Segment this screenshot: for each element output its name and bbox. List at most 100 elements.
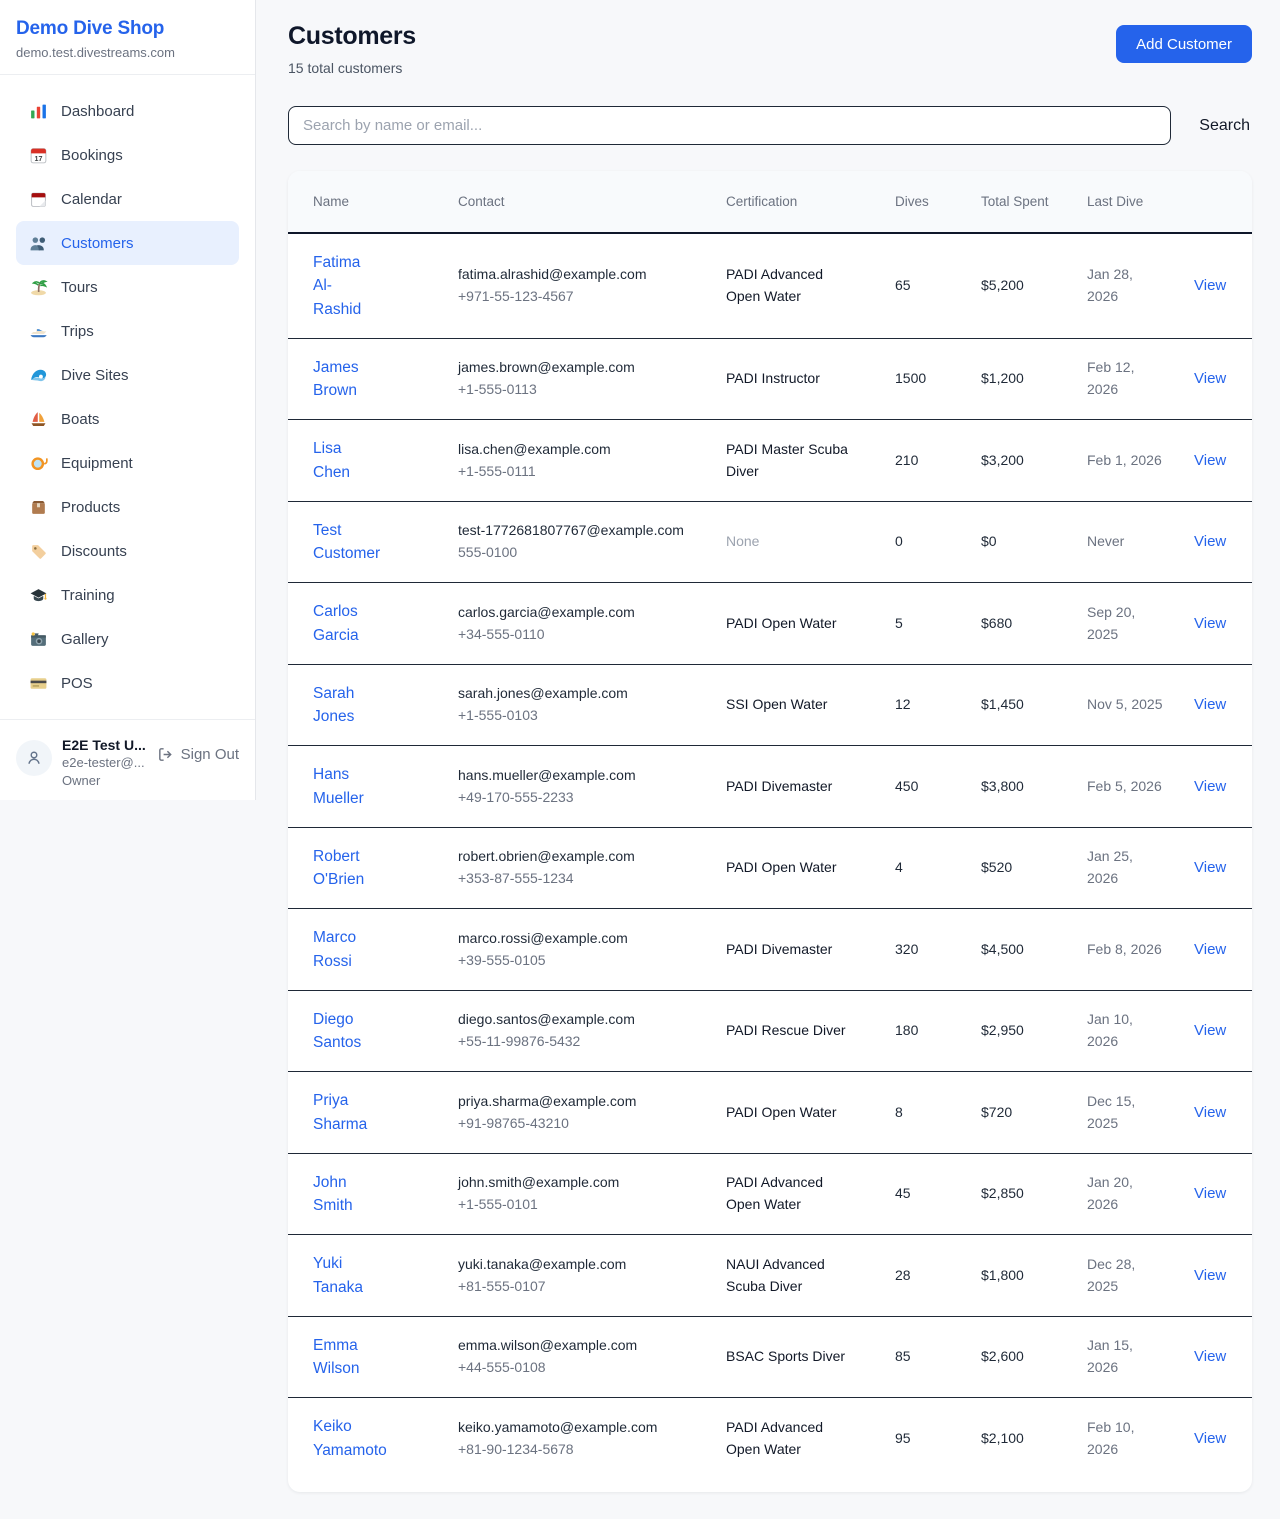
table-row: Carlos Garcia carlos.garcia@example.com … — [288, 583, 1252, 665]
customer-name-link[interactable]: Priya Sharma — [313, 1089, 376, 1136]
sidebar-item-customers[interactable]: Customers — [16, 221, 239, 265]
calendar-icon — [28, 189, 48, 209]
view-customer-link[interactable]: View — [1194, 859, 1226, 876]
customer-last-dive: Feb 12, 2026 — [1087, 359, 1134, 397]
sidebar-item-equipment[interactable]: Equipment — [16, 441, 239, 485]
customer-email: hans.mueller@example.com — [458, 765, 685, 787]
customer-name-link[interactable]: Yuki Tanaka — [313, 1252, 376, 1299]
sailboat-icon — [28, 409, 48, 429]
view-customer-link[interactable]: View — [1194, 1185, 1226, 1202]
customer-last-dive: Dec 28, 2025 — [1087, 1256, 1135, 1294]
sidebar-item-calendar[interactable]: Calendar — [16, 177, 239, 221]
customer-email: keiko.yamamoto@example.com — [458, 1417, 685, 1439]
table-row: Fatima Al-Rashid fatima.alrashid@example… — [288, 233, 1252, 338]
sidebar-item-label: Tours — [61, 279, 98, 296]
customer-phone: +1-555-0101 — [458, 1194, 685, 1216]
customer-last-dive: Nov 5, 2025 — [1087, 696, 1163, 712]
customer-last-dive: Jan 10, 2026 — [1087, 1011, 1133, 1049]
table-row: Yuki Tanaka yuki.tanaka@example.com +81-… — [288, 1235, 1252, 1317]
column-header-total-spent: Total Spent — [981, 171, 1087, 233]
view-customer-link[interactable]: View — [1194, 370, 1226, 387]
customer-phone: +49-170-555-2233 — [458, 787, 685, 809]
customer-certification: PADI Divemaster — [726, 778, 832, 794]
view-customer-link[interactable]: View — [1194, 615, 1226, 632]
view-customer-link[interactable]: View — [1194, 1104, 1226, 1121]
add-customer-button[interactable]: Add Customer — [1116, 25, 1252, 63]
customer-name-link[interactable]: Robert O'Brien — [313, 845, 376, 892]
view-customer-link[interactable]: View — [1194, 452, 1226, 469]
customer-phone: 555-0100 — [458, 542, 685, 564]
sidebar-item-gallery[interactable]: Gallery — [16, 617, 239, 661]
sign-out-label: Sign Out — [181, 746, 239, 763]
view-customer-link[interactable]: View — [1194, 778, 1226, 795]
customer-last-dive: Never — [1087, 533, 1124, 549]
customer-name-link[interactable]: Test Customer — [313, 519, 380, 566]
sidebar-item-label: Products — [61, 499, 120, 516]
customer-email: james.brown@example.com — [458, 357, 685, 379]
sidebar-item-label: Training — [61, 587, 115, 604]
customer-dives: 4 — [895, 859, 903, 875]
column-header-dives: Dives — [895, 171, 981, 233]
sidebar-item-discounts[interactable]: Discounts — [16, 529, 239, 573]
customer-certification: PADI Rescue Diver — [726, 1022, 846, 1038]
sidebar-item-tours[interactable]: Tours — [16, 265, 239, 309]
search-input[interactable] — [288, 106, 1171, 145]
customer-name-link[interactable]: Emma Wilson — [313, 1334, 376, 1381]
page-title: Customers — [288, 22, 416, 51]
view-customer-link[interactable]: View — [1194, 1348, 1226, 1365]
sign-out-button[interactable]: Sign Out — [157, 746, 239, 763]
customer-total-spent: $2,600 — [981, 1348, 1024, 1364]
customer-last-dive: Feb 8, 2026 — [1087, 941, 1162, 957]
customer-name-link[interactable]: Marco Rossi — [313, 926, 376, 973]
view-customer-link[interactable]: View — [1194, 277, 1226, 294]
svg-text:17: 17 — [34, 154, 42, 162]
speedboat-icon — [28, 321, 48, 341]
sidebar-item-bookings[interactable]: 17Bookings — [16, 133, 239, 177]
customer-last-dive: Feb 1, 2026 — [1087, 452, 1162, 468]
customer-phone: +44-555-0108 — [458, 1357, 685, 1379]
sidebar-item-dashboard[interactable]: Dashboard — [16, 89, 239, 133]
customer-name-link[interactable]: James Brown — [313, 356, 376, 403]
graduation-cap-icon — [28, 585, 48, 605]
sidebar-item-dive-sites[interactable]: Dive Sites — [16, 353, 239, 397]
customer-phone: +39-555-0105 — [458, 950, 685, 972]
shop-name: Demo Dive Shop — [16, 18, 239, 40]
sidebar-item-boats[interactable]: Boats — [16, 397, 239, 441]
sidebar-item-training[interactable]: Training — [16, 573, 239, 617]
customer-name-link[interactable]: Carlos Garcia — [313, 600, 376, 647]
customer-certification: PADI Open Water — [726, 1104, 836, 1120]
customer-name-link[interactable]: Fatima Al-Rashid — [313, 251, 376, 321]
view-customer-link[interactable]: View — [1194, 941, 1226, 958]
customer-certification: PADI Advanced Open Water — [726, 1174, 823, 1212]
customer-name-link[interactable]: Diego Santos — [313, 1008, 376, 1055]
view-customer-link[interactable]: View — [1194, 696, 1226, 713]
customer-phone: +353-87-555-1234 — [458, 868, 685, 890]
customer-dives: 45 — [895, 1185, 911, 1201]
customer-certification: PADI Instructor — [726, 370, 820, 386]
sidebar-item-label: Trips — [61, 323, 94, 340]
view-customer-link[interactable]: View — [1194, 1430, 1226, 1447]
view-customer-link[interactable]: View — [1194, 1267, 1226, 1284]
sidebar-item-pos[interactable]: POS — [16, 661, 239, 705]
view-customer-link[interactable]: View — [1194, 1022, 1226, 1039]
customer-certification: PADI Open Water — [726, 859, 836, 875]
table-row: Emma Wilson emma.wilson@example.com +44-… — [288, 1316, 1252, 1398]
customer-dives: 180 — [895, 1022, 918, 1038]
view-customer-link[interactable]: View — [1194, 533, 1226, 550]
customer-name-link[interactable]: Sarah Jones — [313, 682, 376, 729]
search-button[interactable]: Search — [1197, 113, 1252, 139]
customer-name-link[interactable]: Lisa Chen — [313, 437, 376, 484]
customer-name-link[interactable]: John Smith — [313, 1171, 376, 1218]
customer-name-link[interactable]: Hans Mueller — [313, 763, 376, 810]
sidebar-item-label: Equipment — [61, 455, 133, 472]
customer-name-link[interactable]: Keiko Yamamoto — [313, 1415, 387, 1462]
table-row: Diego Santos diego.santos@example.com +5… — [288, 990, 1252, 1072]
customer-total-spent: $520 — [981, 859, 1012, 875]
table-row: Lisa Chen lisa.chen@example.com +1-555-0… — [288, 420, 1252, 502]
sidebar-item-label: Discounts — [61, 543, 127, 560]
customer-total-spent: $2,950 — [981, 1022, 1024, 1038]
customer-email: robert.obrien@example.com — [458, 846, 685, 868]
sidebar-item-trips[interactable]: Trips — [16, 309, 239, 353]
sidebar-item-products[interactable]: Products — [16, 485, 239, 529]
page-header: Customers 15 total customers Add Custome… — [288, 22, 1252, 76]
